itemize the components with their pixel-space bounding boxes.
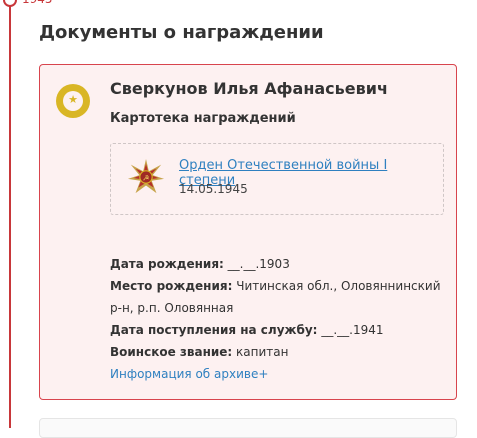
medal-icon: [56, 84, 90, 118]
timeline-line: [9, 0, 11, 428]
rank-value: капитан: [236, 345, 289, 359]
rank-row: Воинское звание: капитан: [110, 341, 450, 363]
service-start-value: __.__.1941: [321, 323, 384, 337]
card-subtitle: Картотека награждений: [110, 111, 296, 126]
section-title: Документы о награждении: [39, 22, 324, 43]
birth-place-label: Место рождения:: [110, 279, 233, 293]
next-award-card: [39, 418, 457, 438]
order-date: 14.05.1945: [179, 182, 248, 196]
birth-date-label: Дата рождения:: [110, 257, 224, 271]
birth-date-row: Дата рождения: __.__.1903: [110, 253, 450, 275]
person-details: Дата рождения: __.__.1903 Место рождения…: [110, 253, 450, 363]
birth-place-row: Место рождения: Читинская обл., Оловянни…: [110, 275, 450, 319]
rank-label: Воинское звание:: [110, 345, 233, 359]
timeline-year: 1945: [22, 0, 53, 6]
order-of-patriotic-war-icon: ☭: [127, 158, 165, 194]
order-box: ☭ Орден Отечественной войны I степени 14…: [110, 143, 444, 215]
svg-text:☭: ☭: [143, 173, 150, 182]
birth-date-value: __.__.1903: [227, 257, 290, 271]
award-card: Сверкунов Илья Афанасьевич Картотека наг…: [39, 64, 457, 400]
service-start-row: Дата поступления на службу: __.__.1941: [110, 319, 450, 341]
person-name: Сверкунов Илья Афанасьевич: [110, 79, 388, 98]
timeline-dot: [3, 0, 17, 7]
archive-info-link[interactable]: Информация об архиве+: [110, 367, 268, 381]
service-start-label: Дата поступления на службу:: [110, 323, 318, 337]
